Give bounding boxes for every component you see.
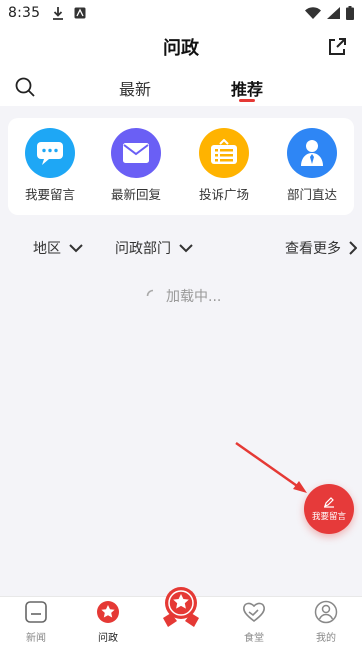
loading-text: 加载中...: [166, 289, 222, 305]
nav-item-me[interactable]: 我的: [296, 600, 356, 644]
center-badge-button[interactable]: [158, 584, 204, 632]
tab-bar: 最新 推荐: [0, 68, 362, 106]
app-notification-icon: [74, 7, 86, 19]
department-filter[interactable]: 问政部门: [115, 238, 193, 258]
nav-item-wenzheng[interactable]: 问政: [78, 600, 138, 644]
user-profile-icon: [314, 600, 338, 624]
handshake-heart-icon: [243, 602, 265, 623]
nav-label: 新闻: [26, 633, 46, 644]
nav-item-news[interactable]: 新闻: [6, 600, 66, 644]
download-icon: [53, 7, 64, 20]
battery-icon: [346, 6, 354, 20]
chevron-right-icon: [349, 241, 357, 255]
status-bar: 8:35: [0, 0, 362, 26]
region-filter[interactable]: 地区: [33, 238, 83, 258]
quick-action-latest-reply[interactable]: 最新回复: [96, 128, 176, 208]
department-filter-label: 问政部门: [115, 241, 171, 257]
quick-action-label: 最新回复: [110, 187, 161, 202]
person-icon: [287, 128, 337, 178]
view-more-link[interactable]: 查看更多: [285, 238, 357, 258]
header: 问政: [0, 30, 362, 64]
search-icon[interactable]: [14, 76, 36, 98]
chevron-down-icon: [179, 243, 193, 252]
spinner-icon: [146, 289, 154, 297]
nav-item-canteen[interactable]: 食堂: [224, 600, 284, 644]
status-notification-icons: [52, 6, 86, 20]
signal-icon: [327, 7, 340, 19]
tab-recommended[interactable]: 推荐: [231, 76, 263, 100]
pencil-icon: [324, 497, 334, 508]
share-icon[interactable]: [326, 36, 348, 58]
chevron-down-icon: [69, 243, 83, 252]
quick-action-label: 我要留言: [24, 187, 75, 202]
filter-bar: 地区 问政部门 查看更多: [0, 230, 362, 266]
view-more-label: 查看更多: [285, 241, 341, 257]
nav-label: 食堂: [244, 633, 264, 644]
bulletin-board-icon: [199, 128, 249, 178]
quick-action-leave-message[interactable]: 我要留言: [10, 128, 90, 208]
chat-bubble-icon: [25, 128, 75, 178]
wenzheng-star-icon: [97, 601, 119, 623]
top-area: 8:35 问政 最新 推荐: [0, 0, 362, 106]
quick-actions-card: 我要留言 最新回复 投诉广场 部门直达: [8, 118, 354, 215]
quick-action-complaint-square[interactable]: 投诉广场: [184, 128, 264, 208]
nav-label: 问政: [98, 633, 118, 644]
loading-indicator: 加载中...: [146, 286, 221, 306]
fab-label: 我要留言: [311, 512, 346, 522]
quick-action-label: 部门直达: [286, 187, 337, 202]
tab-latest[interactable]: 最新: [119, 76, 151, 100]
wifi-icon: [305, 7, 321, 19]
active-tab-indicator: [239, 99, 255, 102]
nav-label: 我的: [316, 633, 336, 644]
status-time: 8:35: [8, 5, 41, 21]
page-title: 问政: [163, 38, 199, 59]
status-system-icons: [305, 6, 354, 20]
region-filter-label: 地区: [33, 241, 61, 257]
mail-icon: [111, 128, 161, 178]
leave-message-fab[interactable]: 我要留言: [304, 484, 354, 534]
quick-action-direct-department[interactable]: 部门直达: [272, 128, 352, 208]
quick-action-label: 投诉广场: [198, 187, 249, 202]
news-icon: [25, 601, 47, 623]
